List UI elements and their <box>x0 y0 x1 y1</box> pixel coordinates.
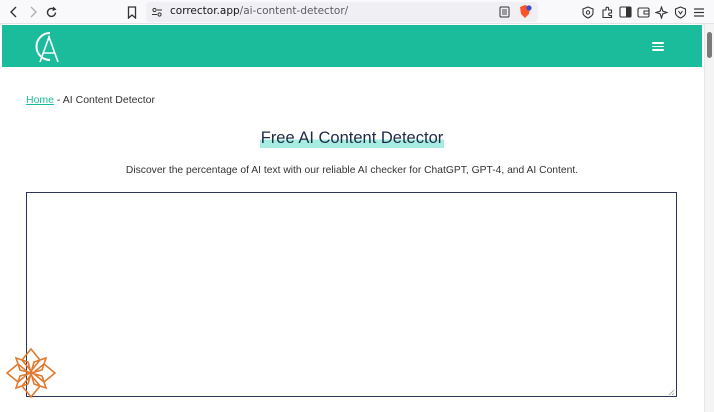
sidebar-icon[interactable] <box>618 5 632 19</box>
content-input-textarea[interactable] <box>26 192 677 397</box>
hamburger-menu-icon[interactable] <box>652 42 664 51</box>
wallet-icon[interactable] <box>636 5 650 19</box>
shield-icon[interactable] <box>581 5 595 19</box>
breadcrumb-home-link[interactable]: Home <box>26 94 54 106</box>
ca-logo-icon <box>35 32 59 63</box>
extensions-icon[interactable] <box>600 5 614 19</box>
breadcrumb-separator: - <box>54 94 63 106</box>
page-content: Home - AI Content Detector Free AI Conte… <box>0 24 704 412</box>
breadcrumb-current: AI Content Detector <box>62 94 155 106</box>
bookmark-icon[interactable] <box>124 4 140 20</box>
breadcrumb: Home - AI Content Detector <box>26 94 155 106</box>
page-subtitle: Discover the percentage of AI text with … <box>125 165 579 176</box>
resize-grip-icon[interactable] <box>667 388 675 396</box>
scrollbar-thumb[interactable] <box>707 32 712 58</box>
site-settings-icon[interactable] <box>150 5 164 19</box>
leo-ai-icon[interactable] <box>654 5 668 19</box>
reload-icon[interactable] <box>43 4 59 20</box>
url-text: corrector.app/ai-content-detector/ <box>170 5 348 17</box>
address-bar[interactable]: corrector.app/ai-content-detector/ <box>146 2 538 22</box>
site-header <box>2 25 702 67</box>
back-arrow-icon[interactable] <box>6 4 22 20</box>
page-title-wrapper: Free AI Content Detector <box>0 128 704 148</box>
url-host: corrector.app <box>170 5 240 17</box>
browser-toolbar: corrector.app/ai-content-detector/ <box>0 0 714 24</box>
page-title: Free AI Content Detector <box>259 128 445 148</box>
vpn-icon[interactable] <box>673 5 687 19</box>
floral-ornament-icon <box>5 347 57 399</box>
browser-menu-icon[interactable] <box>692 5 706 19</box>
forward-arrow-icon[interactable] <box>25 4 41 20</box>
page-scrollbar[interactable] <box>704 24 714 412</box>
site-logo[interactable] <box>30 29 66 65</box>
brave-shield-icon[interactable] <box>518 4 532 18</box>
reader-view-icon[interactable] <box>497 5 511 19</box>
url-path: /ai-content-detector/ <box>239 5 349 17</box>
